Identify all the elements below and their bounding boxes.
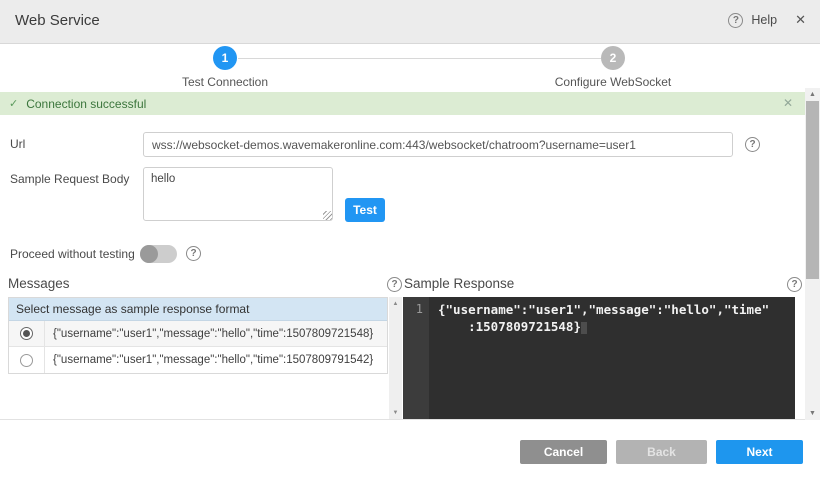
code-line-2: :1507809721548} [438,319,581,334]
help-icon[interactable]: ? [728,13,743,28]
messages-table-header: Select message as sample response format [9,298,387,321]
radio-selected-icon[interactable] [20,327,33,340]
messages-heading: Messages [8,276,70,291]
scrollbar-thumb[interactable] [806,101,819,279]
message-row-2[interactable]: {"username":"user1","message":"hello","t… [9,347,387,373]
success-banner: ✓ Connection successful ✕ [0,92,805,115]
request-body-textarea[interactable]: hello [143,167,333,221]
page-title: Web Service [15,12,100,29]
banner-close-icon[interactable]: ✕ [783,96,793,110]
sample-response-editor[interactable]: 1 {"username":"user1","message":"hello",… [403,297,795,419]
sample-response-help-icon[interactable]: ? [787,277,802,292]
request-body-label: Sample Request Body [10,172,129,186]
radio-cell[interactable] [9,321,45,346]
check-icon: ✓ [9,97,18,110]
step-2-circle[interactable]: 2 [601,46,625,70]
web-service-dialog: Web Service ? Help ✕ 1 Test Connection 2… [0,0,820,477]
main-scrollbar[interactable]: ▲ ▼ [805,88,820,420]
wizard-stepper: 1 Test Connection 2 Configure WebSocket [0,45,820,92]
next-button[interactable]: Next [716,440,803,464]
content-divider [0,419,805,420]
stepper-connector [238,58,601,59]
radio-cell[interactable] [9,347,45,373]
help-label[interactable]: Help [751,13,777,27]
messages-table: Select message as sample response format… [8,297,388,374]
scrollbar-down-icon[interactable]: ▼ [805,410,820,417]
code-line-1: {"username":"user1","message":"hello","t… [438,302,769,317]
scroll-down-icon[interactable]: ▼ [389,410,402,416]
editor-code[interactable]: {"username":"user1","message":"hello","t… [429,297,795,419]
messages-scrollbar[interactable]: ▲ ▼ [389,297,402,420]
proceed-label: Proceed without testing [10,247,135,261]
messages-help-icon[interactable]: ? [387,277,402,292]
url-input[interactable] [143,132,733,157]
scrollbar-up-icon[interactable]: ▲ [805,91,820,98]
cancel-button[interactable]: Cancel [520,440,607,464]
radio-unselected-icon[interactable] [20,354,33,367]
step-1-circle[interactable]: 1 [213,46,237,70]
success-message: Connection successful [26,97,146,111]
back-button[interactable]: Back [616,440,707,464]
proceed-help-icon[interactable]: ? [186,246,201,261]
message-row-text: {"username":"user1","message":"hello","t… [45,328,373,340]
editor-cursor [581,322,587,334]
test-button[interactable]: Test [345,198,385,222]
url-label: Url [10,137,25,151]
scroll-up-icon[interactable]: ▲ [389,301,402,307]
close-icon[interactable]: ✕ [795,12,806,28]
url-help-icon[interactable]: ? [745,137,760,152]
sample-response-heading: Sample Response [404,276,514,291]
step-2-label: Configure WebSocket [555,75,672,89]
proceed-toggle[interactable] [140,245,177,263]
step-1-label: Test Connection [182,75,268,89]
textarea-resize-handle[interactable] [323,211,332,220]
message-row-1[interactable]: {"username":"user1","message":"hello","t… [9,321,387,347]
editor-line-number: 1 [403,297,429,419]
toggle-knob [140,245,158,263]
message-row-text: {"username":"user1","message":"hello","t… [45,354,373,366]
titlebar: Web Service ? Help ✕ [0,0,820,44]
